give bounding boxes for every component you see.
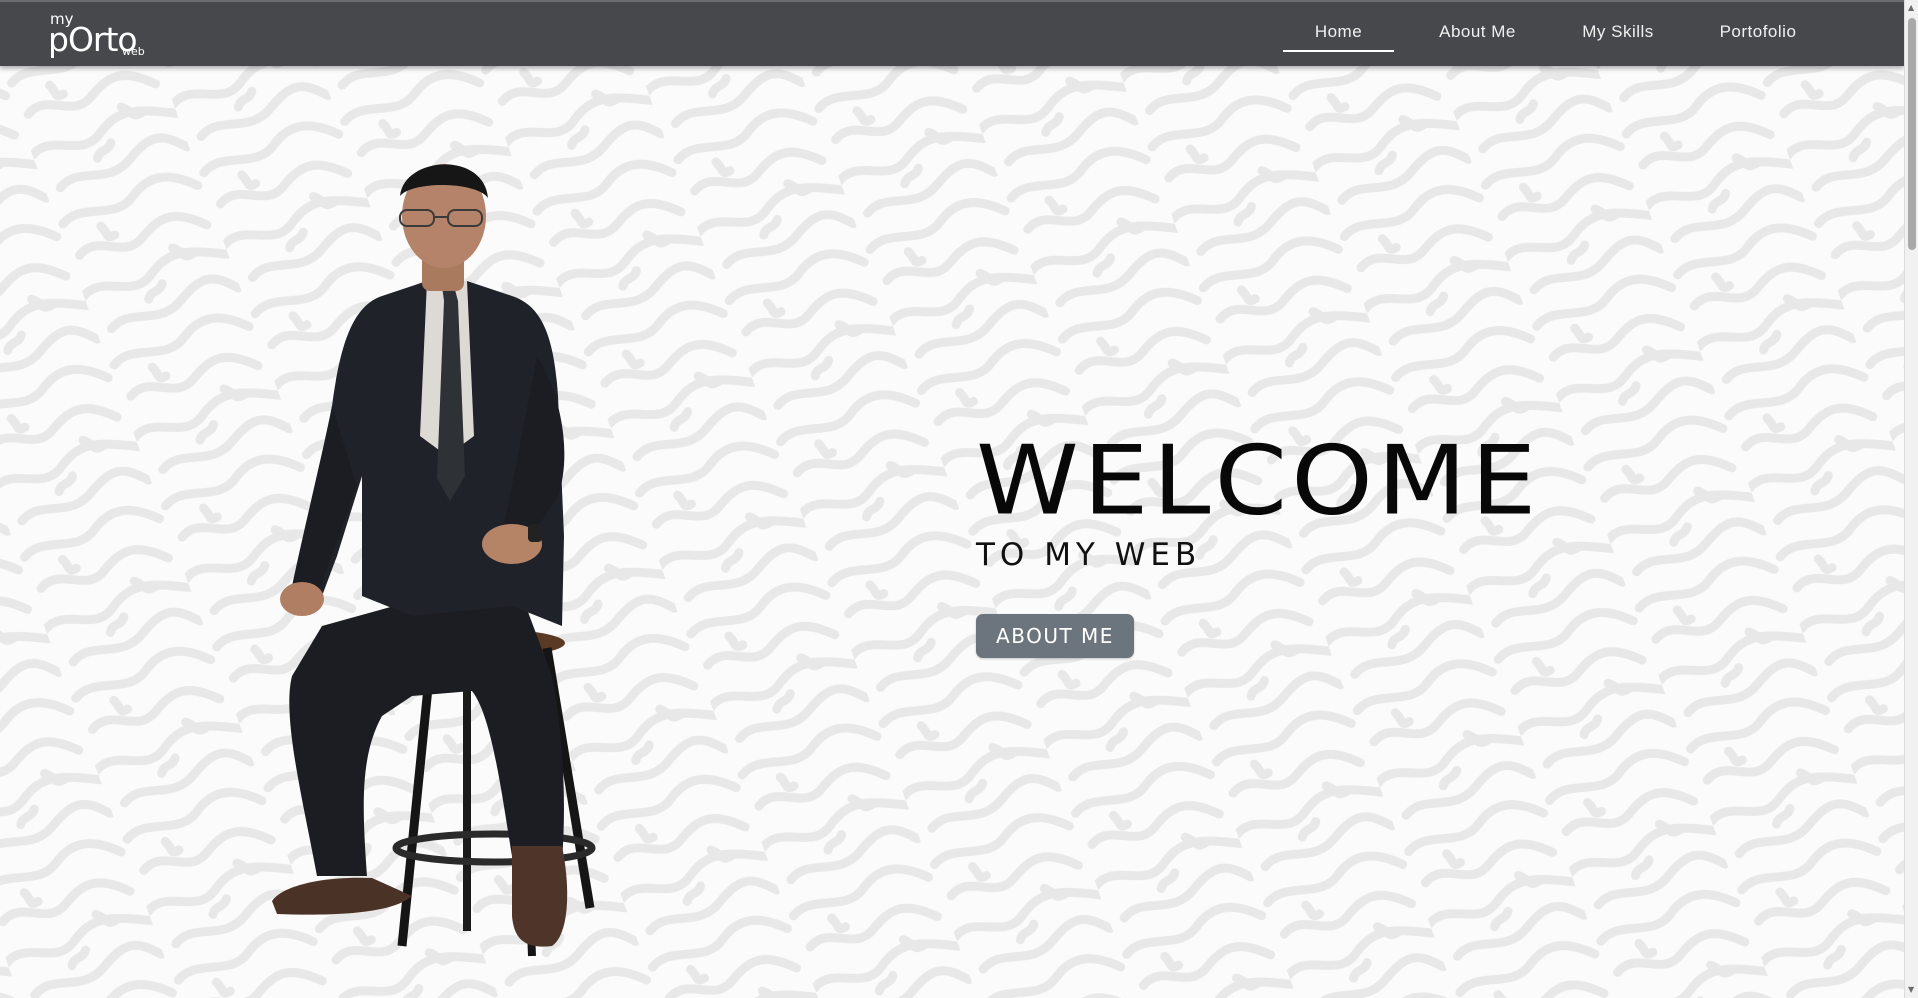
site-logo[interactable]: my pOrto web [48,12,158,58]
portrait-image [272,164,596,957]
logo-web-text: web [122,45,145,58]
hero-title: WELCOME [976,424,1541,537]
nav-my-skills[interactable]: My Skills [1568,20,1668,48]
about-me-button[interactable]: ABOUT ME [976,614,1134,658]
nav-about-me[interactable]: About Me [1420,20,1535,48]
page-scrollbar[interactable]: ▲ ▼ [1904,0,1918,998]
navbar: my pOrto web Home About Me My Skills Por… [0,0,1904,66]
page: my pOrto web Home About Me My Skills Por… [0,0,1918,998]
nav-home[interactable]: Home [1283,20,1394,52]
nav-portofolio[interactable]: Portofolio [1706,20,1810,48]
hero-subtitle: TO MY WEB [976,537,1202,573]
scrollbar-thumb[interactable] [1908,18,1916,250]
scroll-down-arrow-icon[interactable]: ▼ [1908,986,1914,994]
scroll-up-arrow-icon[interactable]: ▲ [1908,4,1914,12]
